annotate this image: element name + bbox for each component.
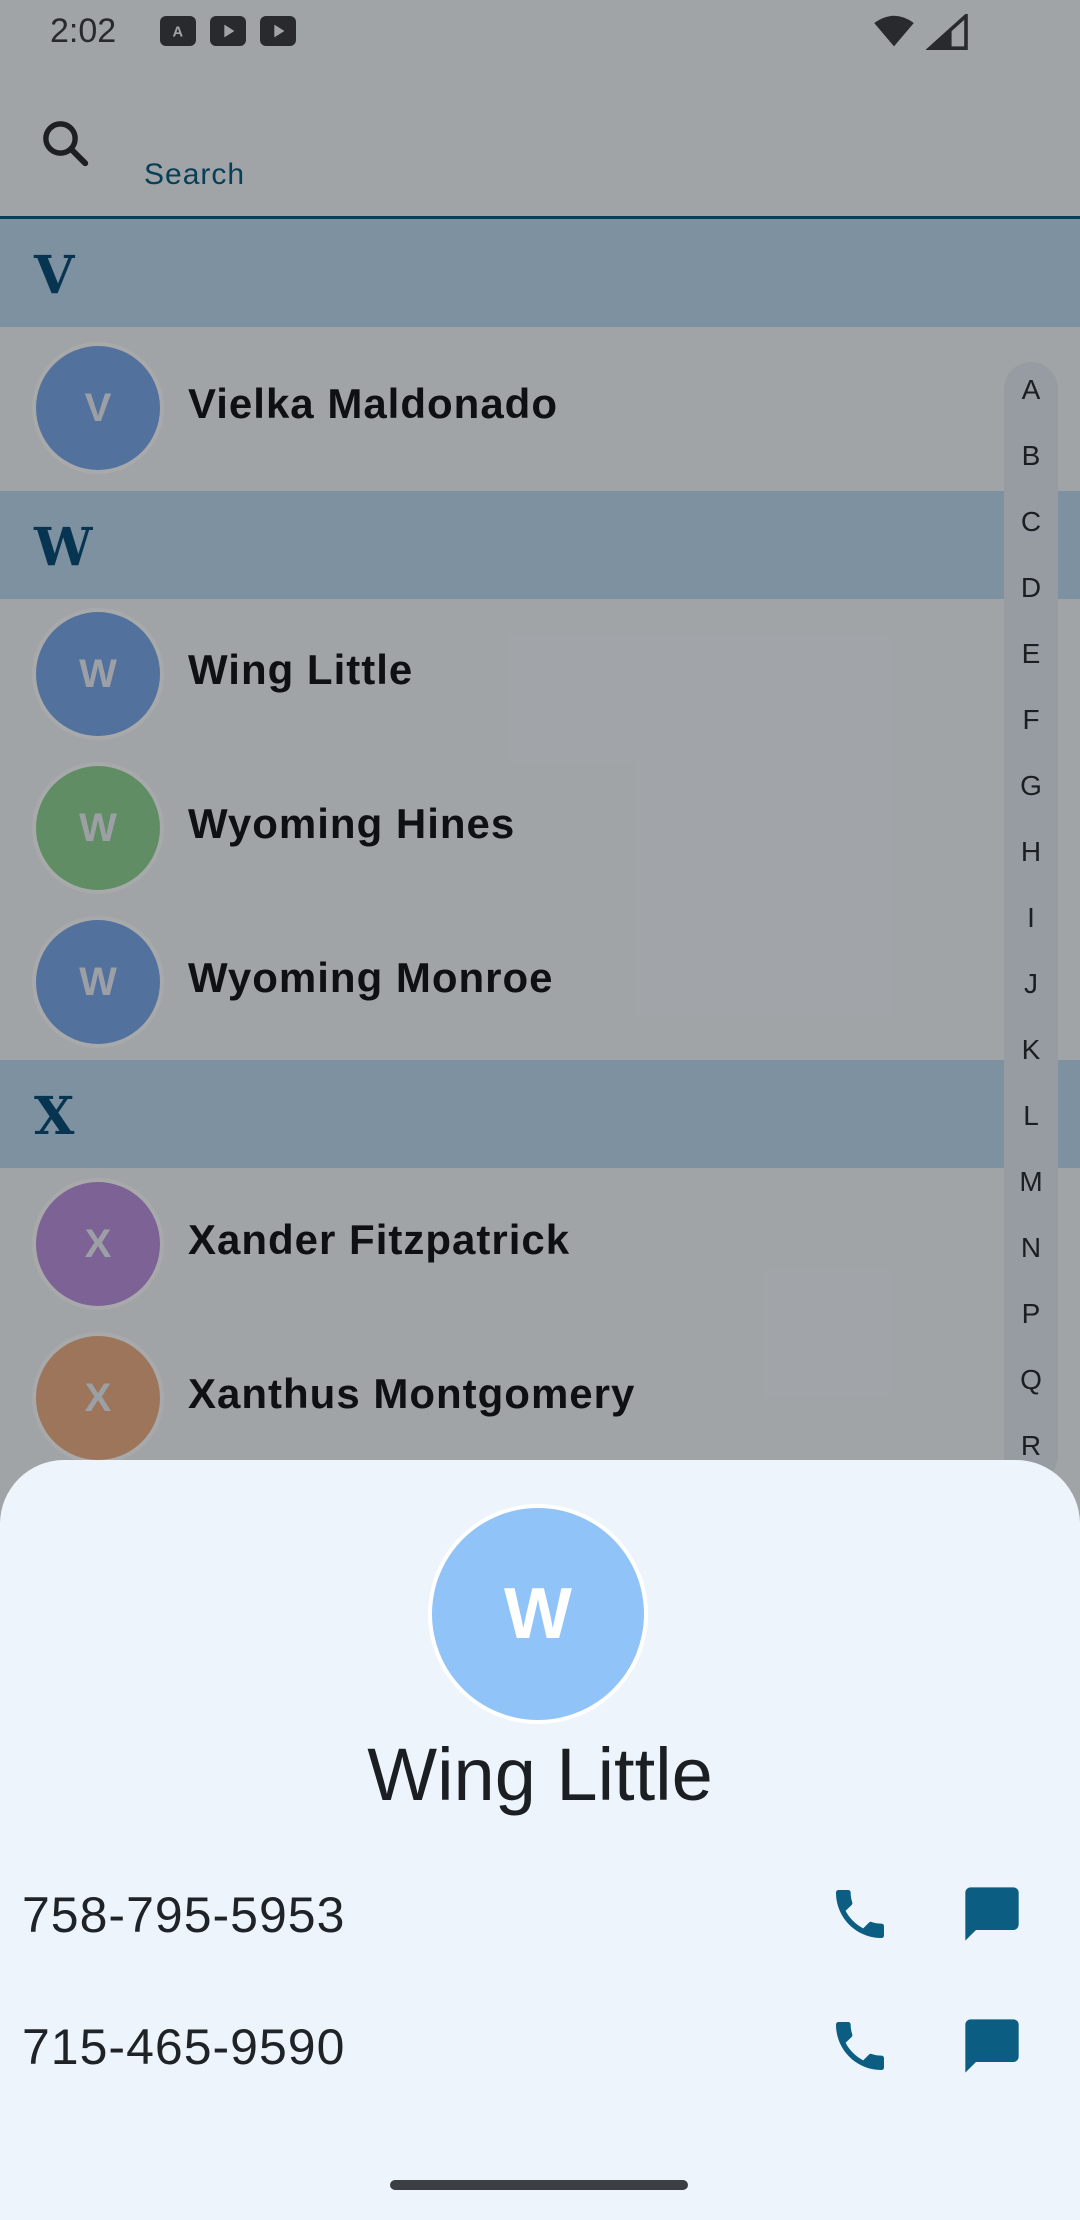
phone-number: 758-795-5953: [22, 1887, 346, 1943]
message-button[interactable]: [952, 1874, 1032, 1954]
phone-number: 715-465-9590: [22, 2019, 346, 2075]
message-icon: [965, 1887, 1019, 1941]
contact-detail-name: Wing Little: [367, 1733, 713, 1816]
phone-icon: [836, 2022, 884, 2070]
message-button[interactable]: [952, 2006, 1032, 2086]
contact-detail-sheet: W Wing Little 758-795-5953 715-465-9590: [0, 1460, 1080, 2220]
call-button[interactable]: [820, 1874, 900, 1954]
call-button[interactable]: [820, 2006, 900, 2086]
message-icon: [965, 2019, 1019, 2073]
phone-row: 758-795-5953: [0, 1846, 1080, 1976]
avatar-initial: W: [504, 1574, 572, 1654]
phone-icon: [836, 1890, 884, 1938]
home-indicator[interactable]: [390, 2180, 688, 2190]
phone-row: 715-465-9590: [0, 1978, 1080, 2108]
contact-avatar: W: [432, 1508, 644, 1720]
